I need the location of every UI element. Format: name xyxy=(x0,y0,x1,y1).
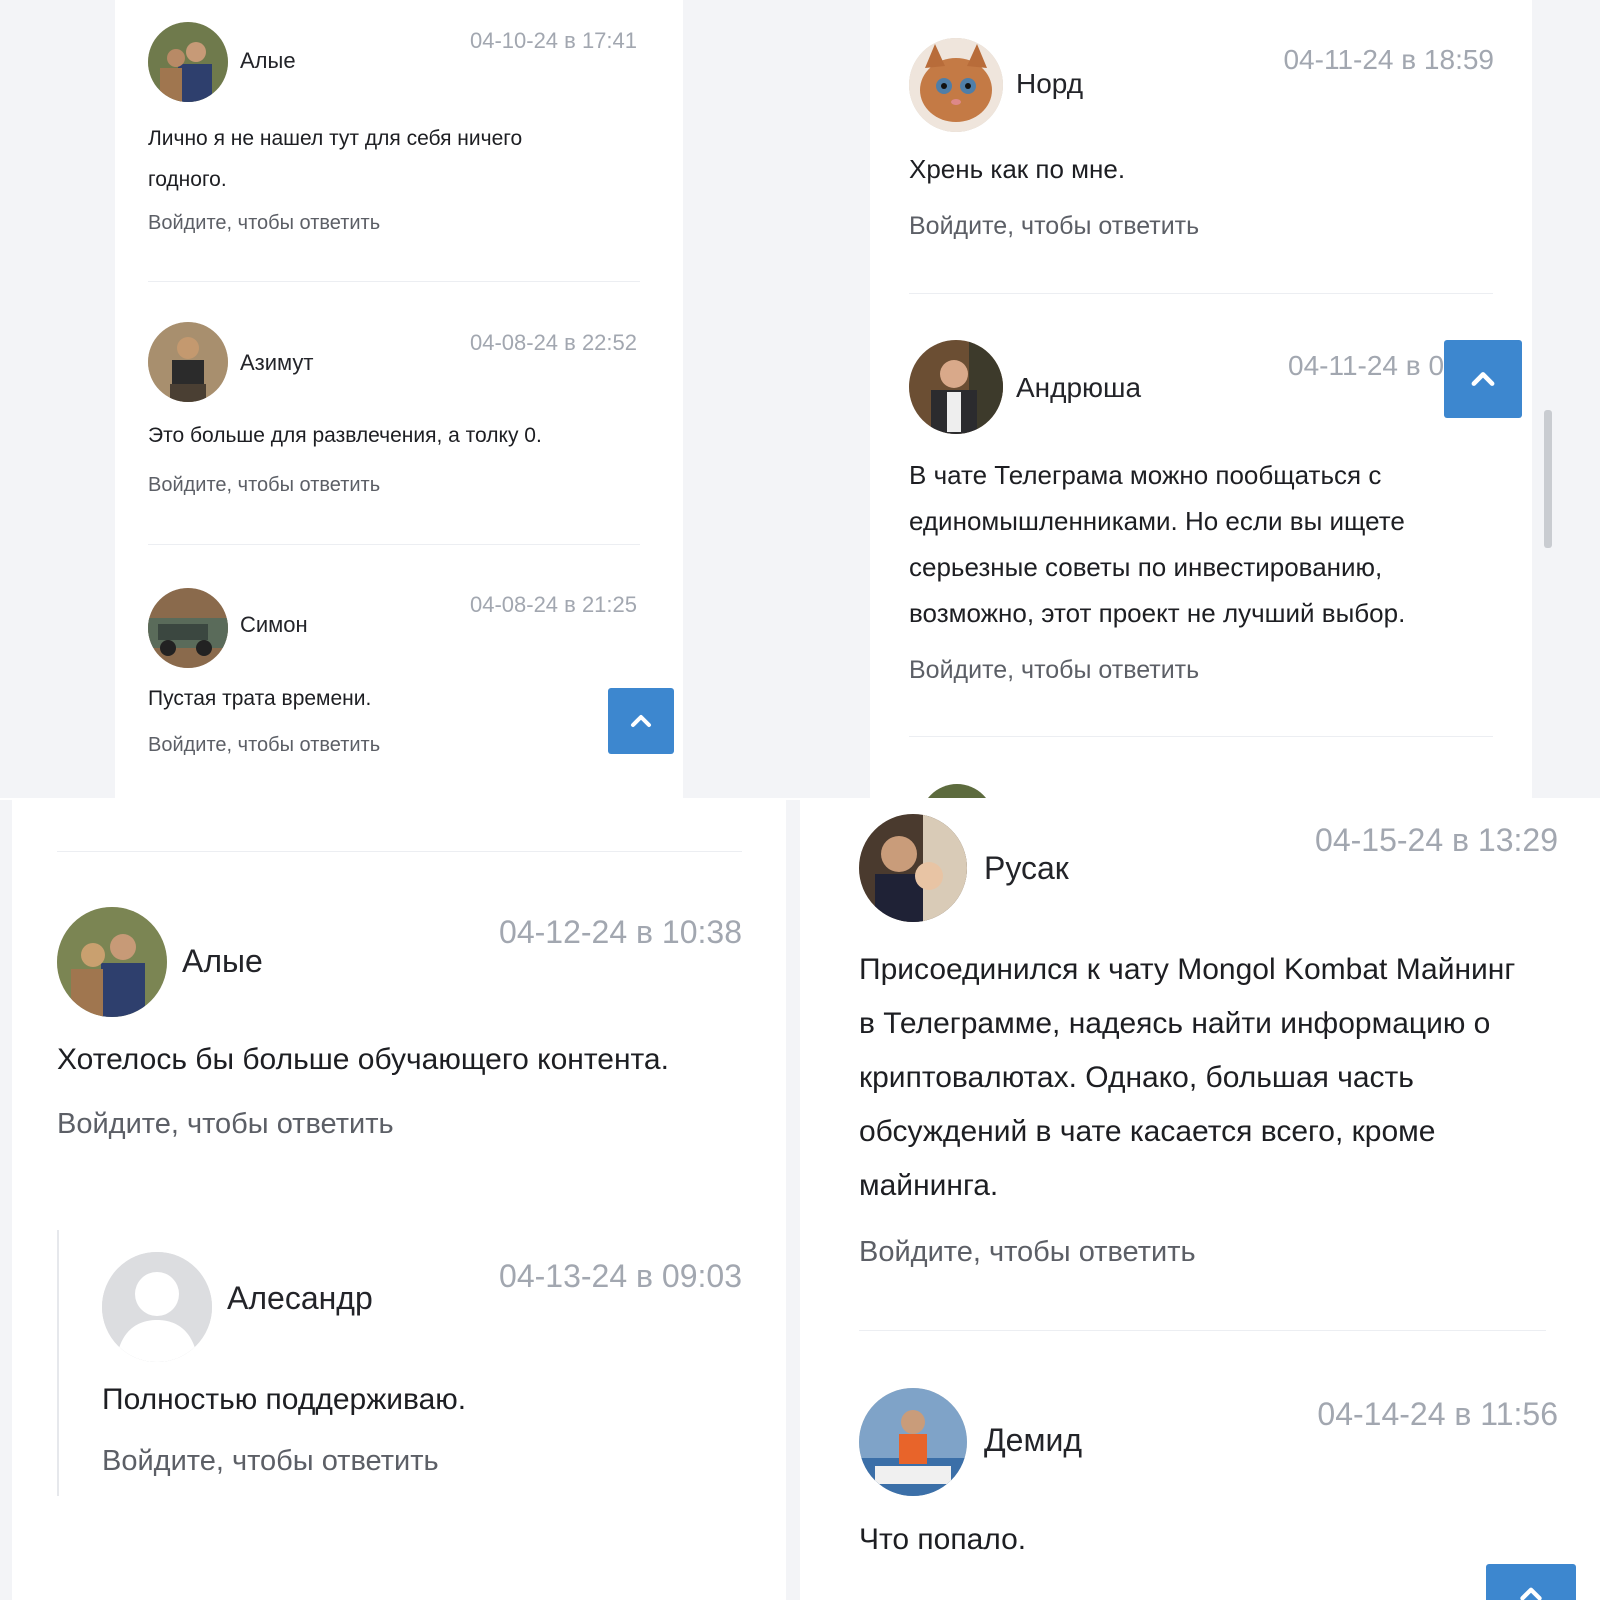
default-avatar xyxy=(102,1252,212,1362)
avatar xyxy=(909,340,1003,434)
scroll-to-top-button[interactable] xyxy=(1444,340,1522,418)
chevron-up-icon xyxy=(631,715,651,727)
reply-link[interactable]: Войдите, чтобы ответить xyxy=(148,734,380,757)
comment-text: В чате Телеграма можно пообщаться с един… xyxy=(909,460,1406,628)
scroll-to-top-button[interactable] xyxy=(1486,1564,1576,1600)
reply-link[interactable]: Войдите, чтобы ответить xyxy=(859,1236,1196,1269)
comment-date: 04-14-24 в 11:56 xyxy=(1317,1396,1558,1432)
comment-text: Присоединился к чату Mongol Kombat Майни… xyxy=(859,953,1516,1202)
comment-date: 04-08-24 в 22:52 xyxy=(469,330,637,355)
comment-divider xyxy=(148,281,640,282)
chevron-up-icon xyxy=(1520,1587,1542,1600)
comment-text: Лично я не нашел тут для себя ничего год… xyxy=(148,127,523,191)
comment-date: 04-11-24 в 18:59 xyxy=(1283,44,1494,75)
comment-author: Русак xyxy=(984,850,1069,886)
comments-card: Алые 04-12-24 в 10:38 Хотелось бы больше… xyxy=(12,800,786,1600)
reply-link[interactable]: Войдите, чтобы ответить xyxy=(909,212,1199,241)
comment-date: 04-08-24 в 21:25 xyxy=(469,592,637,617)
comment-text: Полностью поддерживаю. xyxy=(102,1383,467,1416)
comment-text: Хрень как по мне. xyxy=(909,154,1126,184)
comment-date: 04-10-24 в 17:41 xyxy=(469,28,637,53)
comment-text: Пустая трата времени. xyxy=(148,687,372,710)
avatar xyxy=(148,588,228,668)
comment-author: Алесандр xyxy=(227,1280,373,1316)
comments-panel-2: Норд 04-11-24 в 18:59 Хрень как по мне. … xyxy=(800,0,1600,798)
chevron-up-icon xyxy=(1471,372,1495,386)
comment-date: 04-11-24 в 0 xyxy=(1288,350,1445,381)
avatar xyxy=(148,22,228,102)
avatar xyxy=(859,814,967,922)
comments-card: Алые 04-10-24 в 17:41 Лично я не нашел т… xyxy=(115,0,683,798)
comments-card: Норд 04-11-24 в 18:59 Хрень как по мне. … xyxy=(870,0,1532,798)
comment-text: Это больше для развлечения, а толку 0. xyxy=(148,424,542,447)
comment-author: Норд xyxy=(1016,68,1084,99)
comment-author: Симон xyxy=(240,612,308,637)
comment-divider xyxy=(57,851,742,852)
comment-author: Азимут xyxy=(240,350,314,375)
comment-author: Алые xyxy=(240,48,296,73)
comment-date: 04-12-24 в 10:38 xyxy=(499,914,742,950)
user-silhouette-icon xyxy=(102,1252,212,1362)
comment-date: 04-13-24 в 09:03 xyxy=(499,1258,742,1294)
comment-divider xyxy=(148,544,640,545)
reply-link[interactable]: Войдите, чтобы ответить xyxy=(148,474,380,497)
scroll-to-top-button[interactable] xyxy=(608,688,674,754)
comment-date: 04-15-24 в 13:29 xyxy=(1315,822,1558,858)
comment-author: Демид xyxy=(984,1422,1083,1458)
nested-reply-thread-line xyxy=(57,1230,59,1496)
reply-link[interactable]: Войдите, чтобы ответить xyxy=(102,1445,439,1478)
avatar xyxy=(909,38,1003,132)
scrollbar-thumb[interactable] xyxy=(1544,410,1552,548)
avatar xyxy=(57,907,167,1017)
comment-divider xyxy=(859,1330,1546,1331)
comment-text: Хотелось бы больше обучающего контента. xyxy=(57,1043,669,1076)
reply-link[interactable]: Войдите, чтобы ответить xyxy=(148,212,380,235)
avatar xyxy=(859,1388,967,1496)
reply-link[interactable]: Войдите, чтобы ответить xyxy=(909,656,1199,685)
comment-divider xyxy=(909,736,1493,737)
comment-divider xyxy=(909,293,1493,294)
reply-link[interactable]: Войдите, чтобы ответить xyxy=(57,1108,394,1141)
comments-panel-4: Русак 04-15-24 в 13:29 Присоединился к ч… xyxy=(812,800,1600,1600)
avatar xyxy=(148,322,228,402)
comment-author: Андрюша xyxy=(1016,372,1142,403)
comments-panel-1: Алые 04-10-24 в 17:41 Лично я не нашел т… xyxy=(0,0,800,798)
comments-panel-3: Алые 04-12-24 в 10:38 Хотелось бы больше… xyxy=(0,800,800,1600)
avatar xyxy=(920,784,994,798)
comment-author: Алые xyxy=(182,943,263,979)
comment-text: Что попало. xyxy=(859,1523,1027,1556)
